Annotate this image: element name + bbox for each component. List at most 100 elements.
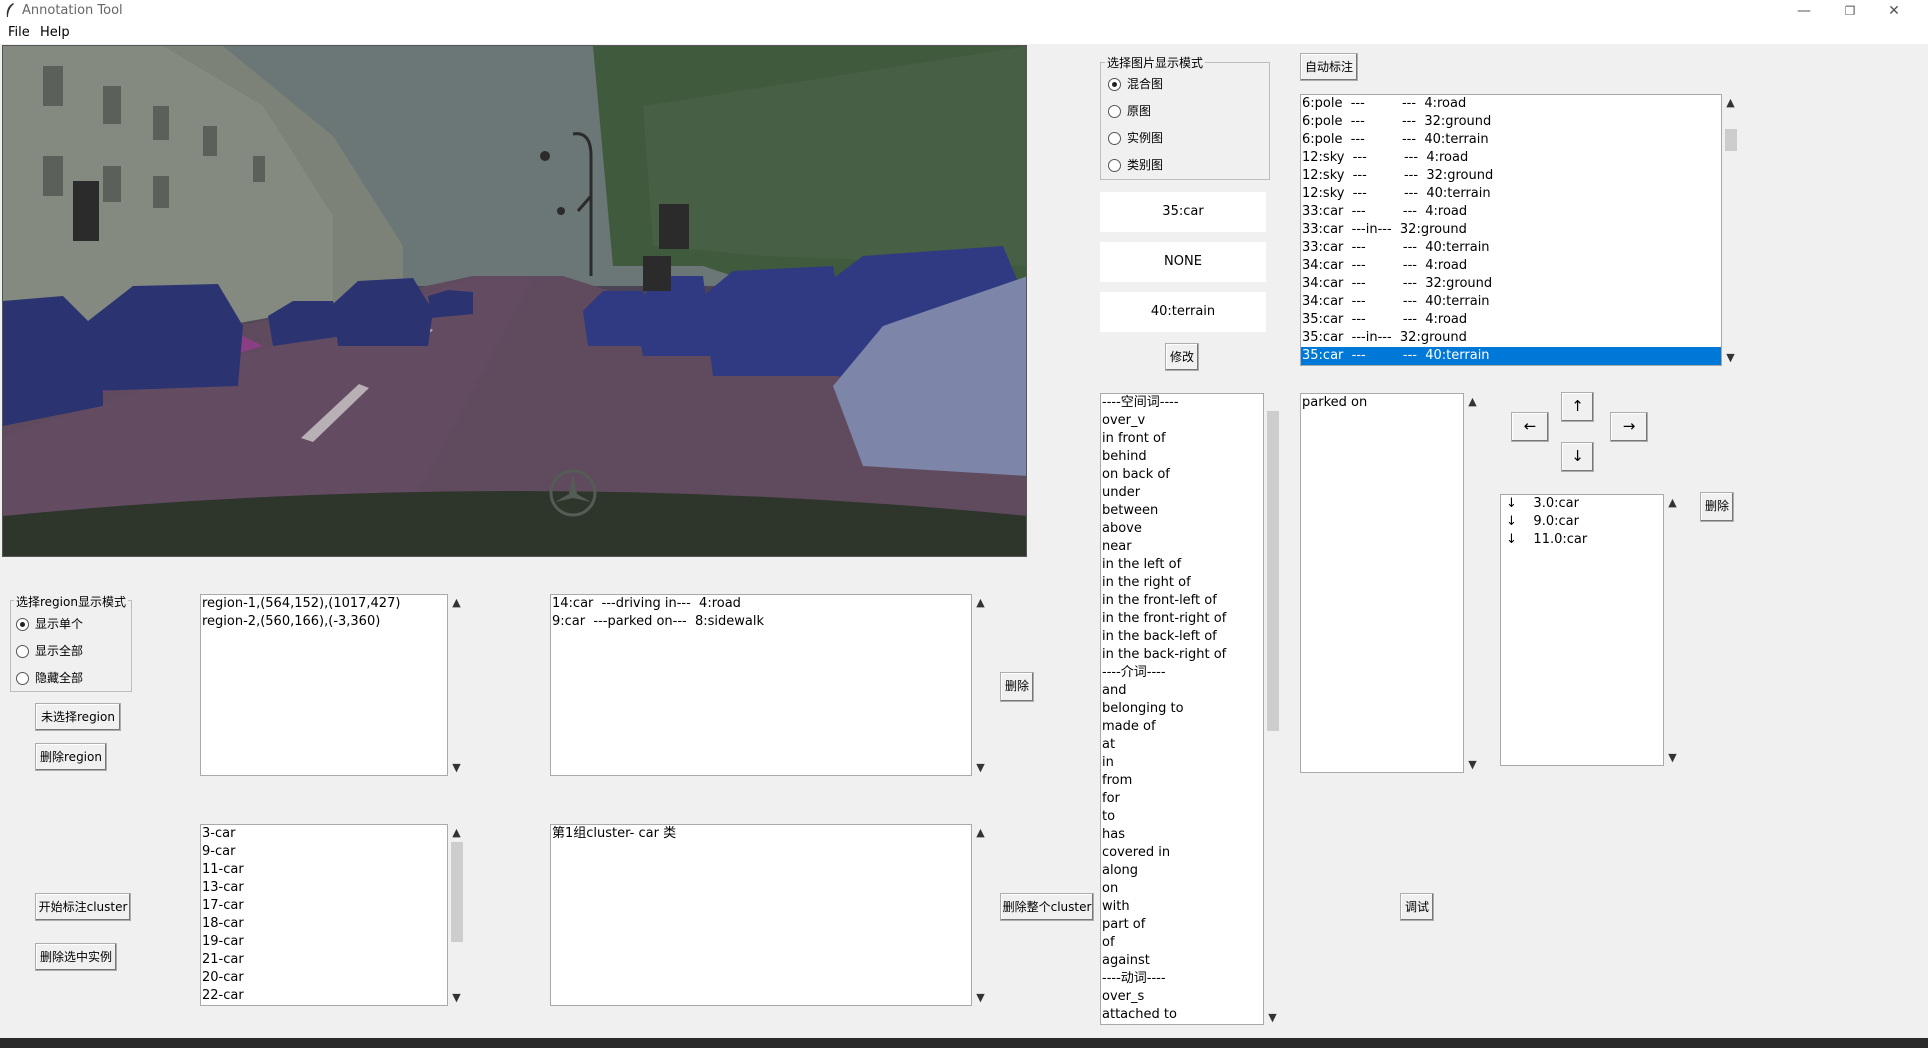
arrow-left-button[interactable]: ←: [1511, 412, 1549, 442]
relation-field[interactable]: NONE: [1100, 242, 1266, 282]
cluster-instance-row[interactable]: 22-car: [201, 987, 447, 1005]
relation-row[interactable]: 33:car --- --- 4:road: [1301, 203, 1721, 221]
scroll-up-icon[interactable]: ▲: [448, 824, 465, 841]
predicate-row[interactable]: over_s: [1101, 988, 1263, 1006]
relation-row[interactable]: 35:car --- --- 40:terrain: [1301, 347, 1721, 365]
relation-row[interactable]: 12:sky --- --- 40:terrain: [1301, 185, 1721, 203]
predicate-row[interactable]: of: [1101, 934, 1263, 952]
predicate-row[interactable]: belonging to: [1101, 700, 1263, 718]
regions-list[interactable]: region-1,(564,152),(1017,427) region-2,(5…: [200, 594, 448, 776]
instances-scrollbar[interactable]: ▲ ▼: [1664, 494, 1681, 766]
delete-cluster-button[interactable]: 删除整个cluster: [1000, 893, 1094, 921]
predicate-row[interactable]: and: [1101, 682, 1263, 700]
scroll-down-icon[interactable]: ▼: [972, 989, 989, 1006]
region-row[interactable]: region-1,(564,152),(1017,427): [201, 595, 447, 613]
predicate-row[interactable]: behind: [1101, 448, 1263, 466]
predicate-row[interactable]: in: [1101, 754, 1263, 772]
scroll-down-icon[interactable]: ▼: [1722, 349, 1739, 366]
scroll-down-icon[interactable]: ▼: [448, 759, 465, 776]
scroll-down-icon[interactable]: ▼: [448, 989, 465, 1006]
predicate-row[interactable]: ----空间词----: [1101, 394, 1263, 412]
radio-show-single[interactable]: 显示单个: [16, 613, 83, 635]
radio-hide-all[interactable]: 隐藏全部: [16, 667, 83, 689]
scroll-up-icon[interactable]: ▲: [1664, 494, 1681, 511]
predicates-scrollbar[interactable]: ▼: [1264, 393, 1281, 1025]
relation-row[interactable]: 34:car --- --- 4:road: [1301, 257, 1721, 275]
relations-scrollbar[interactable]: ▲ ▼: [1722, 94, 1739, 366]
relation-row[interactable]: 33:car ---in--- 32:ground: [1301, 221, 1721, 239]
delete-instance-button[interactable]: 删除: [1700, 492, 1734, 522]
predicate-row[interactable]: has: [1101, 826, 1263, 844]
cluster-instances-scrollbar[interactable]: ▲ ▼: [448, 824, 465, 1006]
predicate-row[interactable]: part of: [1101, 916, 1263, 934]
subject-field[interactable]: 35:car: [1100, 192, 1266, 232]
scroll-up-icon[interactable]: ▲: [1464, 393, 1481, 410]
predicate-row[interactable]: in front of: [1101, 430, 1263, 448]
cluster-instance-row[interactable]: 13-car: [201, 879, 447, 897]
radio-original[interactable]: 原图: [1108, 100, 1151, 122]
cluster-row[interactable]: 第1组cluster- car 类: [551, 825, 971, 843]
region-relations-scrollbar[interactable]: ▲ ▼: [972, 594, 989, 776]
predicate-row[interactable]: along: [1101, 862, 1263, 880]
predicate-row[interactable]: in the right of: [1101, 574, 1263, 592]
radio-class[interactable]: 类别图: [1108, 154, 1163, 176]
scroll-down-icon[interactable]: ▼: [1664, 749, 1681, 766]
predicate-row[interactable]: covered in: [1101, 844, 1263, 862]
region-row[interactable]: region-2,(560,166),(-3,360): [201, 613, 447, 631]
relation-row[interactable]: 34:car --- --- 40:terrain: [1301, 293, 1721, 311]
unselect-region-button[interactable]: 未选择region: [35, 703, 121, 731]
predicate-row[interactable]: above: [1101, 520, 1263, 538]
close-button[interactable]: ✕: [1874, 0, 1914, 24]
predicate-row[interactable]: made of: [1101, 718, 1263, 736]
selected-predicates-list[interactable]: parked on: [1300, 393, 1464, 773]
scroll-down-icon[interactable]: ▼: [1464, 756, 1481, 773]
relation-row[interactable]: 6:pole --- --- 40:terrain: [1301, 131, 1721, 149]
cluster-instances-list[interactable]: 3-car 9-car 11-car 13-car 17-car 18-car 19-car…: [200, 824, 448, 1006]
arrow-down-button[interactable]: ↓: [1561, 442, 1594, 472]
radio-instance[interactable]: 实例图: [1108, 127, 1163, 149]
modify-button[interactable]: 修改: [1165, 343, 1199, 371]
instance-row[interactable]: ↓ 3.0:car: [1505, 495, 1663, 513]
predicate-row[interactable]: in the left of: [1101, 556, 1263, 574]
start-cluster-button[interactable]: 开始标注cluster: [35, 893, 131, 921]
relation-row[interactable]: 33:car --- --- 40:terrain: [1301, 239, 1721, 257]
maximize-button[interactable]: ❐: [1830, 0, 1870, 24]
predicate-row[interactable]: on: [1101, 880, 1263, 898]
predicate-row[interactable]: over_v: [1101, 412, 1263, 430]
predicate-row[interactable]: attached to: [1101, 1006, 1263, 1024]
cluster-instance-row[interactable]: 3-car: [201, 825, 447, 843]
scroll-thumb[interactable]: [1725, 129, 1737, 151]
relation-row[interactable]: 12:sky --- --- 32:ground: [1301, 167, 1721, 185]
region-relation-row[interactable]: 14:car ---driving in--- 4:road: [551, 595, 971, 613]
cluster-instance-row[interactable]: 19-car: [201, 933, 447, 951]
minimize-button[interactable]: —: [1784, 0, 1824, 24]
menu-file[interactable]: File: [8, 25, 30, 40]
predicate-row[interactable]: with: [1101, 898, 1263, 916]
region-relation-row[interactable]: 9:car ---parked on--- 8:sidewalk: [551, 613, 971, 631]
radio-show-all[interactable]: 显示全部: [16, 640, 83, 662]
regions-scrollbar[interactable]: ▲ ▼: [448, 594, 465, 776]
predicate-row[interactable]: in the front-right of: [1101, 610, 1263, 628]
relation-row[interactable]: 6:pole --- --- 32:ground: [1301, 113, 1721, 131]
predicate-row[interactable]: under: [1101, 484, 1263, 502]
predicate-row[interactable]: at: [1101, 736, 1263, 754]
radio-blended[interactable]: 混合图: [1108, 73, 1163, 95]
scroll-up-icon[interactable]: ▲: [972, 824, 989, 841]
predicate-row[interactable]: ----动词----: [1101, 970, 1263, 988]
cluster-instance-row[interactable]: 9-car: [201, 843, 447, 861]
menu-help[interactable]: Help: [40, 25, 70, 40]
debug-button[interactable]: 调试: [1400, 893, 1434, 921]
cluster-instance-row[interactable]: 20-car: [201, 969, 447, 987]
delete-relation-button[interactable]: 删除: [1000, 672, 1034, 702]
cluster-instance-row[interactable]: 21-car: [201, 951, 447, 969]
scroll-up-icon[interactable]: ▲: [448, 594, 465, 611]
scroll-thumb[interactable]: [1267, 411, 1279, 731]
region-relations-list[interactable]: 14:car ---driving in--- 4:road 9:car ---p…: [550, 594, 972, 776]
delete-selected-instance-button[interactable]: 删除选中实例: [35, 943, 117, 971]
cluster-instance-row[interactable]: 18-car: [201, 915, 447, 933]
clusters-scrollbar[interactable]: ▲ ▼: [972, 824, 989, 1006]
selected-predicate-row[interactable]: parked on: [1301, 394, 1463, 412]
scroll-down-icon[interactable]: ▼: [1264, 1009, 1281, 1026]
instance-row[interactable]: ↓ 9.0:car: [1505, 513, 1663, 531]
scroll-down-icon[interactable]: ▼: [972, 759, 989, 776]
